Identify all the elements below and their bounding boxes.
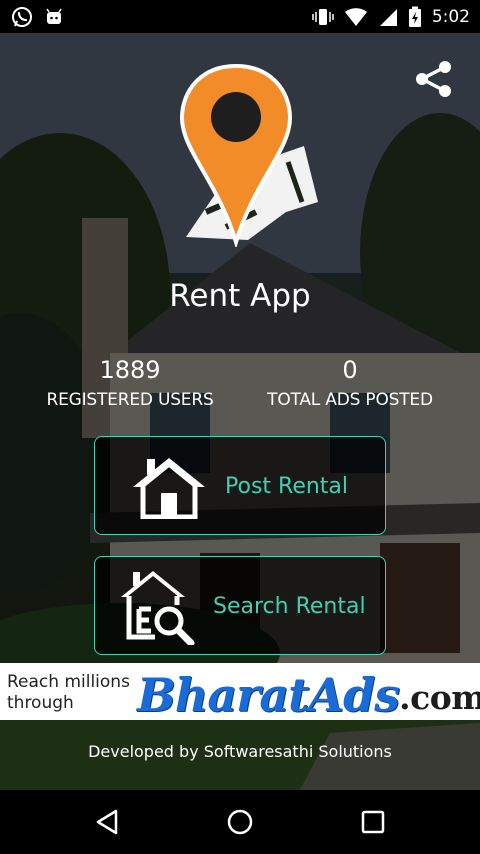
stat-total-ads: 0 TOTAL ADS POSTED (250, 356, 450, 410)
search-rental-button[interactable]: Search Rental (94, 556, 386, 655)
wifi-icon (344, 7, 367, 26)
cell-signal-icon (379, 8, 397, 26)
share-icon (416, 61, 451, 97)
total-ads-label: TOTAL ADS POSTED (267, 390, 433, 410)
ad-tagline: Reach millions through (7, 672, 130, 714)
registered-users-count: 1889 (99, 356, 161, 384)
ad-brand-tld: .com (399, 678, 480, 717)
status-right: 5:02 (312, 6, 470, 28)
home-button[interactable] (212, 794, 268, 850)
search-rental-label: Search Rental (213, 594, 366, 619)
back-icon (96, 809, 117, 835)
app-title: Rent App (169, 278, 311, 314)
status-left (10, 5, 64, 29)
whatsapp-icon (12, 6, 32, 27)
ad-tagline-line2: through (7, 693, 74, 713)
location-pin-hand-icon (179, 63, 318, 247)
battery-charging-icon (408, 6, 421, 27)
home-icon (227, 809, 253, 835)
recents-icon (362, 810, 385, 834)
total-ads-count: 0 (342, 356, 358, 384)
house-search-icon (121, 571, 195, 645)
vibrate-icon (312, 8, 334, 25)
share-button[interactable] (413, 58, 455, 100)
developer-credit: Developed by Softwaresathi Solutions (88, 742, 392, 761)
stat-registered-users: 1889 REGISTERED USERS (20, 356, 240, 410)
ad-brand-logo: BharatAds .com (137, 663, 480, 720)
post-rental-label: Post Rental (225, 474, 349, 499)
post-rental-button[interactable]: Post Rental (94, 436, 386, 535)
android-notification-icon (46, 8, 62, 24)
status-bar: 5:02 (0, 0, 480, 33)
navigation-bar (0, 790, 480, 854)
house-icon (133, 458, 205, 519)
registered-users-label: REGISTERED USERS (46, 390, 214, 410)
ad-tagline-line1: Reach millions (7, 672, 130, 692)
status-time: 5:02 (431, 6, 470, 27)
ad-brand-name: BharatAds (137, 668, 400, 720)
back-button[interactable] (79, 794, 135, 850)
ad-banner[interactable]: Reach millions through BharatAds .com (0, 663, 480, 720)
recents-button[interactable] (345, 794, 401, 850)
